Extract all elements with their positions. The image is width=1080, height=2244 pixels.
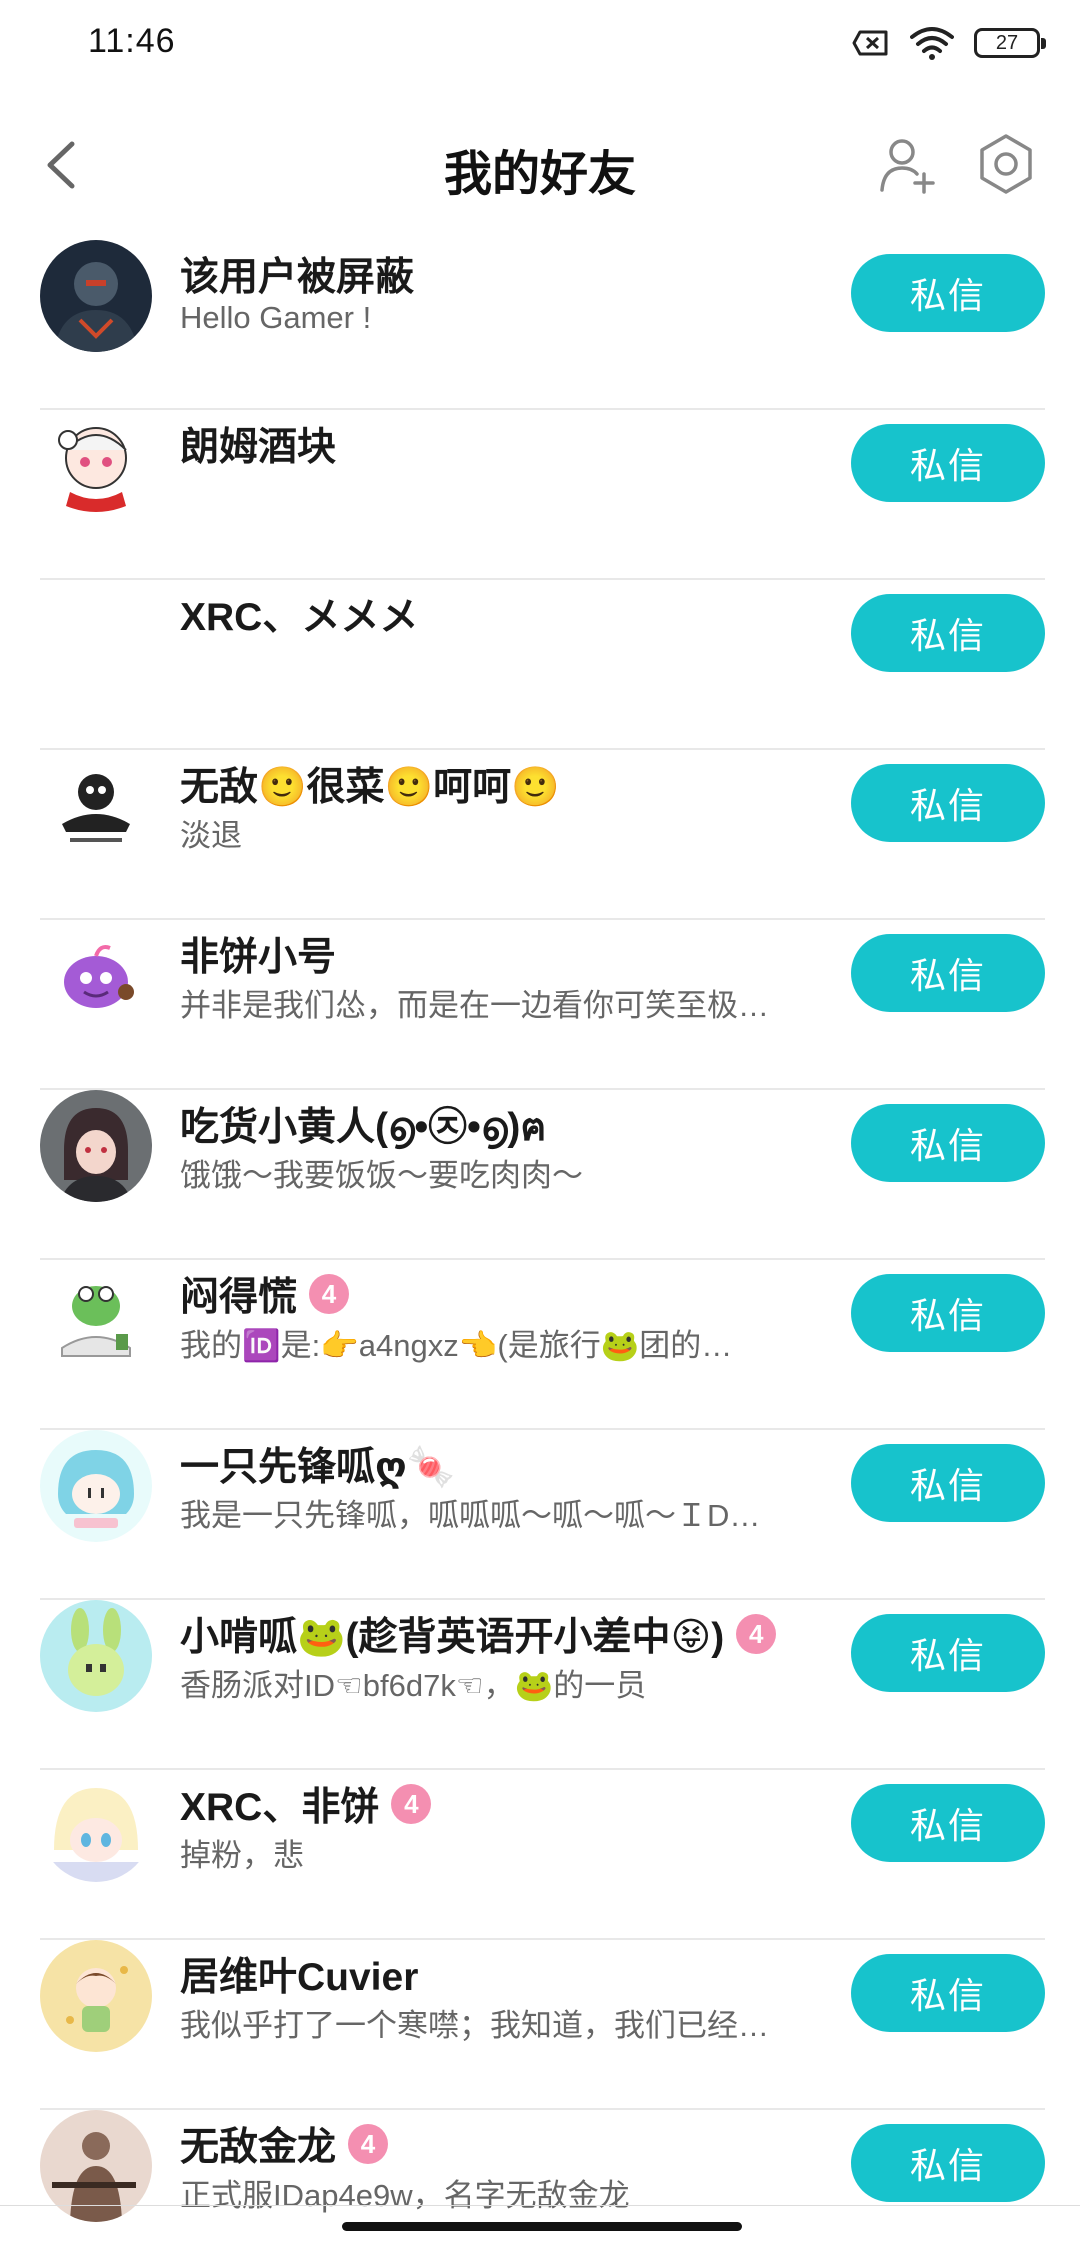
private-message-button[interactable]: 私信 — [851, 1444, 1045, 1522]
friend-signature: 并非是我们怂，而是在一边看你可笑至极… — [180, 988, 769, 1023]
friend-name: 无敌金龙 4 — [180, 2116, 389, 2172]
private-message-button[interactable]: 私信 — [851, 254, 1045, 332]
friend-name-text: 无敌金龙 — [180, 2126, 337, 2169]
friend-row[interactable]: 非饼小号 并非是我们怂，而是在一边看你可笑至极… 私信 — [0, 920, 1080, 1090]
chibi-boy-yellow-avatar — [40, 1940, 152, 2052]
friend-signature: 香肠派对ID☜bf6d7k☜，🐸的一员 — [180, 1668, 647, 1703]
status-time: 11:46 — [88, 22, 176, 60]
blank-avatar — [40, 580, 152, 692]
dark-armor-avatar — [40, 240, 152, 352]
friend-name-text: 无敌🙂很菜🙂呵呵🙂 — [180, 766, 560, 809]
friend-name-text: 非饼小号 — [180, 936, 337, 979]
friend-signature: 饿饿～我要饭饭～要吃肉肉～ — [180, 1158, 583, 1193]
friend-row[interactable]: 吃货小黄人(൭•㉨•൭)ฅ 饿饿～我要饭饭～要吃肉肉～ 私信 — [0, 1090, 1080, 1260]
friend-name-text: XRC、非饼 — [180, 1786, 380, 1829]
friend-name: 无敌🙂很菜🙂呵呵🙂 — [180, 756, 560, 812]
battery-level: 27 — [995, 31, 1019, 54]
bottom-divider — [0, 2205, 1080, 2206]
friend-row[interactable]: 闷得慌 4 我的🆔是:👉a4ngxz👈(是旅行🐸团的… 私信 — [0, 1260, 1080, 1430]
friend-row[interactable]: 一只先锋呱ღ🍬 我是一只先锋呱，呱呱呱～呱～呱～ＩD… 私信 — [0, 1430, 1080, 1600]
level-badge: 4 — [309, 1274, 350, 1314]
friend-name-text: XRC、メメメ — [180, 596, 419, 639]
home-indicator[interactable] — [342, 2222, 742, 2231]
friend-name-text: 朗姆酒块 — [180, 426, 337, 469]
friend-row[interactable]: 居维叶Cuvier 我似乎打了一个寒噤；我知道，我们已经… 私信 — [0, 1940, 1080, 2110]
header: 我的好友 — [0, 110, 1080, 220]
private-message-button[interactable]: 私信 — [851, 1954, 1045, 2032]
friend-name: 吃货小黄人(൭•㉨•൭)ฅ — [180, 1096, 546, 1158]
friend-name: 闷得慌 4 — [180, 1266, 350, 1322]
level-badge: 4 — [348, 2124, 389, 2164]
status-icons: 27 — [852, 26, 1046, 60]
friend-signature: 正式服IDap4e9w，名字无敌金龙 — [180, 2178, 630, 2213]
friend-name-text: 居维叶Cuvier — [180, 1956, 419, 1999]
purple-monster-avatar — [40, 920, 152, 1032]
friend-signature: 掉粉，悲 — [180, 1838, 304, 1873]
anime-girl-red-scarf-avatar — [40, 410, 152, 522]
level-badge: 4 — [391, 1784, 432, 1824]
private-message-button[interactable]: 私信 — [851, 1784, 1045, 1862]
green-bunny-avatar — [40, 1600, 152, 1712]
friend-name-text: 该用户被屏蔽 — [180, 256, 415, 299]
friend-name: 非饼小号 — [180, 926, 336, 982]
add-friend-icon[interactable] — [878, 134, 938, 194]
friend-row[interactable]: 小啃呱🐸(趁背英语开小差中😝) 4 香肠派对ID☜bf6d7k☜，🐸的一员 私信 — [0, 1600, 1080, 1770]
friend-row[interactable]: XRC、非饼 4 掉粉，悲 私信 — [0, 1770, 1080, 1940]
frog-avatar — [40, 1260, 152, 1372]
private-message-button[interactable]: 私信 — [851, 1614, 1045, 1692]
friend-name: XRC、非饼 4 — [180, 1776, 432, 1832]
level-badge: 4 — [736, 1614, 777, 1654]
dark-hair-girl-avatar — [40, 1090, 152, 1202]
private-message-button[interactable]: 私信 — [851, 764, 1045, 842]
meme-face-avatar — [40, 750, 152, 862]
friend-row[interactable]: XRC、メメメ 私信 — [0, 580, 1080, 750]
friend-name: 小啃呱🐸(趁背英语开小差中😝) 4 — [180, 1606, 777, 1662]
friend-name: 朗姆酒块 — [180, 416, 336, 472]
friend-signature: 淡退 — [180, 818, 242, 853]
friend-signature: 我似乎打了一个寒噤；我知道，我们已经… — [180, 2008, 769, 2043]
friend-row[interactable]: 无敌🙂很菜🙂呵呵🙂 淡退 私信 — [0, 750, 1080, 920]
private-message-button[interactable]: 私信 — [851, 594, 1045, 672]
friend-name: 该用户被屏蔽 — [180, 246, 414, 302]
friend-name-text: 闷得慌 — [180, 1276, 298, 1319]
status-bar: 11:46 27 — [0, 0, 1080, 92]
blonde-anime-avatar — [40, 1770, 152, 1882]
settings-icon[interactable] — [974, 132, 1038, 196]
sim-error-icon — [852, 30, 888, 56]
blue-hair-chibi-avatar — [40, 1430, 152, 1542]
private-message-button[interactable]: 私信 — [851, 1104, 1045, 1182]
friend-row[interactable]: 朗姆酒块 私信 — [0, 410, 1080, 580]
friend-signature: 我的🆔是:👉a4ngxz👈(是旅行🐸团的… — [180, 1328, 733, 1363]
friend-name: 一只先锋呱ღ🍬 — [180, 1436, 455, 1492]
private-message-button[interactable]: 私信 — [851, 424, 1045, 502]
battery-indicator: 27 — [974, 28, 1046, 58]
friend-signature: 我是一只先锋呱，呱呱呱～呱～呱～ＩD… — [180, 1498, 761, 1533]
private-message-button[interactable]: 私信 — [851, 2124, 1045, 2202]
private-message-button[interactable]: 私信 — [851, 934, 1045, 1012]
friend-name-text: 吃货小黄人(൭•㉨•൭)ฅ — [180, 1106, 547, 1149]
friend-row[interactable]: 该用户被屏蔽 Hello Gamer ! 私信 — [0, 240, 1080, 410]
friend-name-text: 一只先锋呱ღ🍬 — [180, 1446, 456, 1489]
friend-name-text: 小啃呱🐸(趁背英语开小差中😝) — [180, 1616, 725, 1659]
friend-name: XRC、メメメ — [180, 586, 418, 642]
friend-name: 居维叶Cuvier — [180, 1946, 418, 2002]
private-message-button[interactable]: 私信 — [851, 1274, 1045, 1352]
wifi-icon — [910, 27, 954, 60]
friend-signature: Hello Gamer ! — [180, 300, 372, 335]
friend-list: 该用户被屏蔽 Hello Gamer ! 私信 朗姆酒块 私信 XRC、メメメ … — [0, 240, 1080, 2244]
